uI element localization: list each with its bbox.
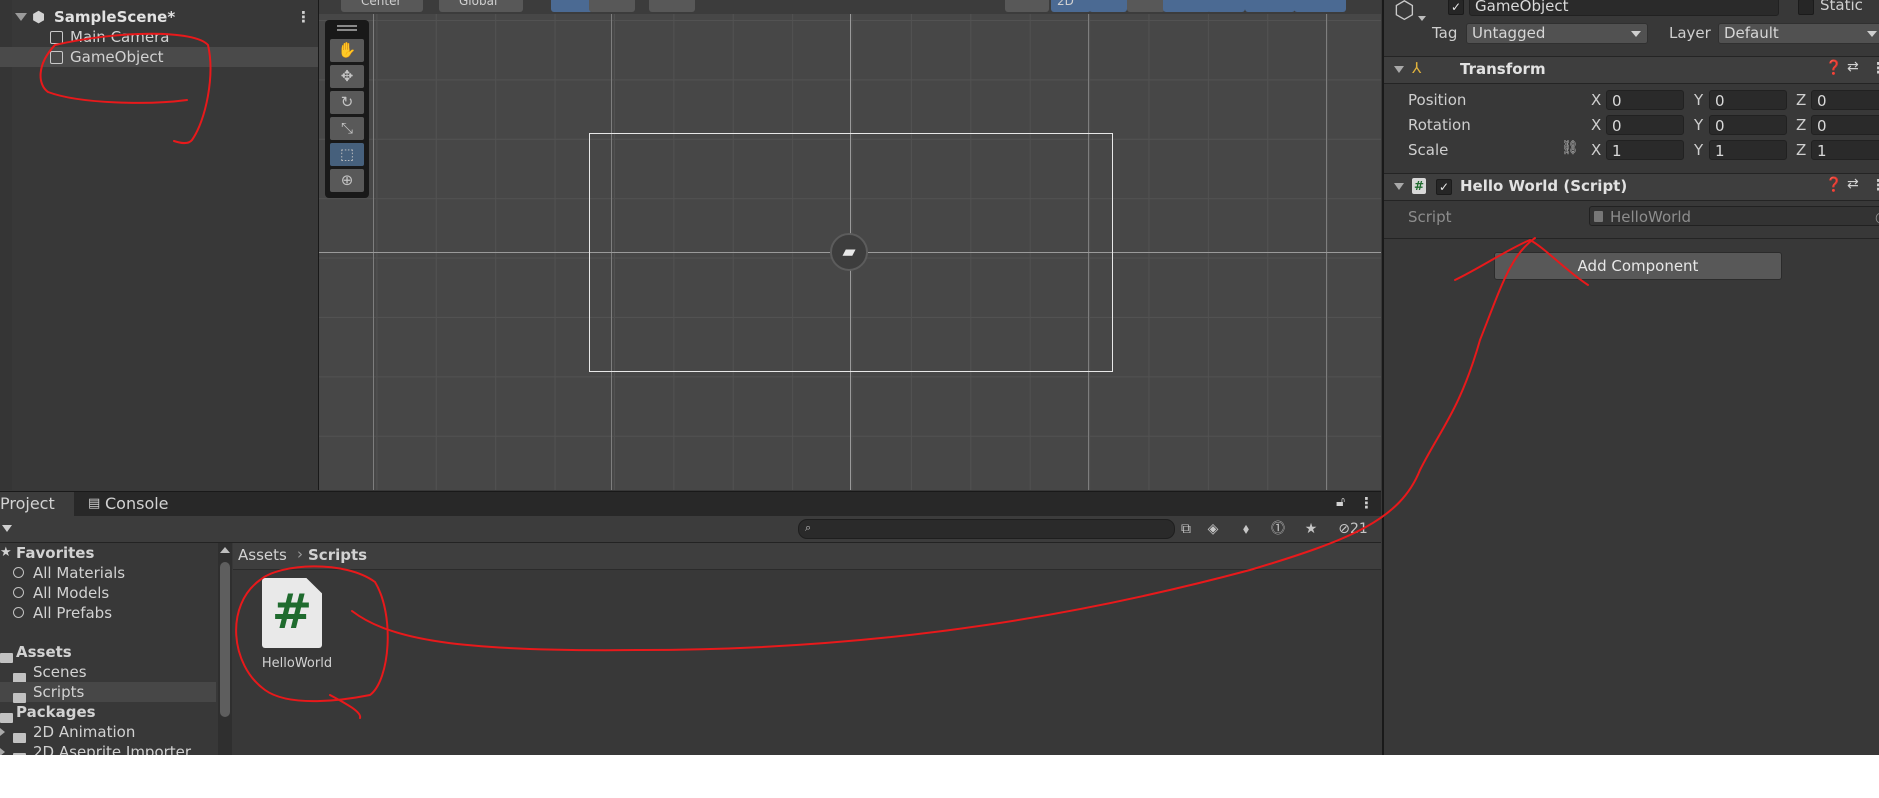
annotation-arrowhead [1454,238,1589,286]
annotation-overlay [39,32,1589,719]
annotation-circle-gameobject [39,32,212,145]
annotation-arrow-line [351,237,1536,652]
annotation-circle-helloworld [235,565,389,719]
